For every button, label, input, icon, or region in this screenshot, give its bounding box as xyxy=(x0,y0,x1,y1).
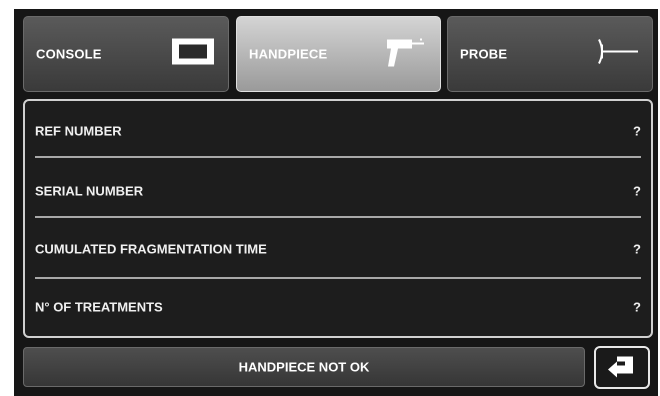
status-bar: HANDPIECE NOT OK xyxy=(23,347,585,387)
handpiece-icon xyxy=(384,34,428,75)
info-row-treatments: N° OF TREATMENTS ? xyxy=(35,277,641,337)
tab-console[interactable]: CONSOLE xyxy=(23,16,229,92)
back-arrow-icon xyxy=(606,352,638,383)
tab-probe-label: PROBE xyxy=(460,46,508,62)
row-divider xyxy=(35,156,641,158)
serial-number-label: SERIAL NUMBER xyxy=(35,183,144,199)
probe-icon xyxy=(594,32,640,77)
info-row-fragmentation-time: CUMULATED FRAGMENTATION TIME ? xyxy=(35,219,641,279)
tab-handpiece-label: HANDPIECE xyxy=(249,46,328,62)
handpiece-info-panel: REF NUMBER ? SERIAL NUMBER ? CUMULATED F… xyxy=(23,99,653,338)
fragmentation-time-label: CUMULATED FRAGMENTATION TIME xyxy=(35,241,267,257)
fragmentation-time-value: ? xyxy=(633,241,641,257)
row-divider xyxy=(35,216,641,218)
screen: CONSOLE HANDPIECE PROBE REF NUMBER ? SER… xyxy=(14,9,658,396)
back-button[interactable] xyxy=(594,346,650,389)
tab-probe[interactable]: PROBE xyxy=(447,16,653,92)
serial-number-value: ? xyxy=(633,183,641,199)
tab-console-label: CONSOLE xyxy=(36,46,102,62)
status-text: HANDPIECE NOT OK xyxy=(238,359,370,375)
treatments-value: ? xyxy=(633,299,641,315)
console-box-icon xyxy=(170,37,216,72)
ref-number-label: REF NUMBER xyxy=(35,123,122,139)
info-row-serial-number: SERIAL NUMBER ? xyxy=(35,161,641,221)
treatments-label: N° OF TREATMENTS xyxy=(35,299,163,315)
tab-handpiece[interactable]: HANDPIECE xyxy=(236,16,441,92)
ref-number-value: ? xyxy=(633,123,641,139)
info-row-ref-number: REF NUMBER ? xyxy=(35,101,641,161)
